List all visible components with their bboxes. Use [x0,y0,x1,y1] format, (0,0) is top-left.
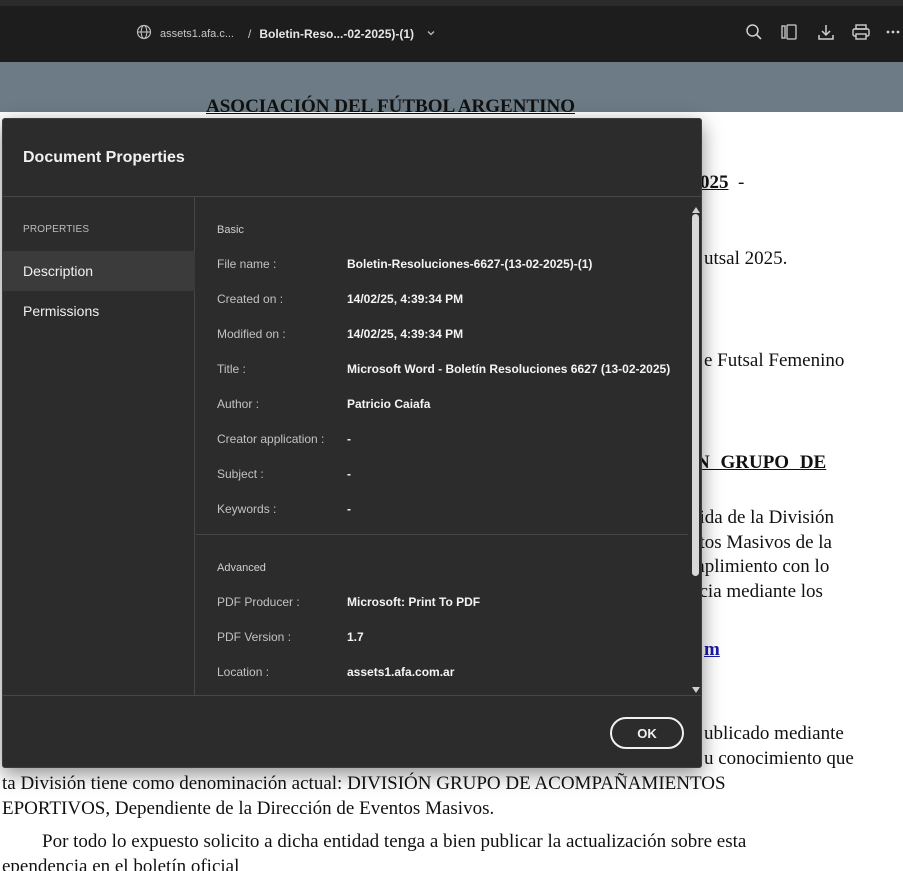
section-divider [196,534,688,535]
document-text: ntos Masivos de la [690,532,832,553]
property-value: 14/02/25, 4:39:34 PM [347,292,464,306]
document-text: N GRUPO DE [696,452,827,473]
property-row: Keywords : - [217,499,687,519]
properties-content[interactable]: Basic File name : Boletin-Resoluciones-6… [196,197,701,695]
divider [3,695,701,696]
document-text: e Futsal Femenino [704,350,845,371]
property-value: 1.7 [347,630,364,644]
property-value: assets1.afa.com.ar [347,665,455,679]
property-label: Keywords : [217,502,277,516]
document-text: u conocimiento que [704,748,854,769]
property-row: PDF Version : 1.7 [217,627,687,647]
section-heading-basic: Basic [217,224,244,236]
properties-sidebar: PROPERTIES Description Permissions [3,197,195,695]
globe-icon [136,24,152,45]
sidebar-item-description[interactable]: Description [3,251,195,291]
breadcrumb-site[interactable]: assets1.afa.c... [160,28,234,40]
property-label: PDF Version : [217,630,292,644]
document-text: ependencia en el boletín oficial [2,856,240,871]
document-text: mplimiento con lo [690,556,830,577]
breadcrumb-document[interactable]: Boletin-Reso...-02-2025)-(1) [259,27,414,41]
download-icon[interactable] [816,22,836,42]
ok-button[interactable]: OK [610,717,684,749]
document-text: Por todo lo expuesto solicito a dicha en… [42,831,747,852]
property-value: - [347,467,351,481]
document-text: 025 [700,172,729,193]
chevron-down-icon[interactable] [426,25,436,43]
dialog-title: Document Properties [23,149,185,166]
property-value: Patricio Caiafa [347,397,431,411]
property-row: Creator application : - [217,429,687,449]
scroll-down-arrow-icon[interactable] [691,682,701,693]
sidebar-heading: PROPERTIES [23,224,90,235]
property-label: Modified on : [217,327,286,341]
breadcrumb-separator: / [247,27,252,41]
property-label: Title : [217,362,246,376]
property-row: Created on : 14/02/25, 4:39:34 PM [217,289,687,309]
search-icon[interactable] [744,22,764,42]
property-label: Location : [217,665,270,679]
document-properties-dialog: Document Properties PROPERTIES Descripti… [2,118,702,768]
property-row: Author : Patricio Caiafa [217,394,687,414]
document-text: ta División tiene como denominación actu… [2,773,726,794]
document-link[interactable]: m [704,639,720,661]
document-text: utsal 2025. [704,248,788,269]
property-value: Boletin-Resoluciones-6627-(13-02-2025)-(… [347,257,593,271]
property-row: PDF Producer : Microsoft: Print To PDF [217,592,687,612]
property-label: File name : [217,257,277,271]
scrollbar-thumb[interactable] [692,214,699,576]
document-text: ncia mediante los [690,581,823,602]
property-row: File name : Boletin-Resoluciones-6627-(1… [217,254,687,274]
sidebar-item-label: Permissions [23,303,100,319]
property-value: 14/02/25, 4:39:34 PM [347,327,464,341]
property-value: Microsoft: Print To PDF [347,595,481,609]
document-heading: ASOCIACIÓN DEL FÚTBOL ARGENTINO [206,96,575,117]
property-label: Subject : [217,467,264,481]
property-label: PDF Producer : [217,595,300,609]
property-row: Title : Microsoft Word - Boletín Resoluc… [217,359,687,379]
more-icon[interactable] [885,22,901,42]
app-toolbar: assets1.afa.c... / Boletin-Reso...-02-20… [0,0,903,62]
property-label: Creator application : [217,432,325,446]
breadcrumb: assets1.afa.c... / Boletin-Reso...-02-20… [136,24,436,44]
property-row: Location : assets1.afa.com.ar [217,662,687,682]
document-text: ublicado mediante [704,723,844,744]
print-icon[interactable] [851,22,871,42]
sidebar-item-permissions[interactable]: Permissions [3,291,195,331]
property-row: Subject : - [217,464,687,484]
property-value: Microsoft Word - Boletín Resoluciones 66… [347,362,671,376]
scroll-up-arrow-icon[interactable] [691,202,701,213]
document-text: bida de la División [690,507,835,528]
pages-icon[interactable] [779,22,799,42]
toolbar-top-edge [0,0,903,6]
document-text: - [738,172,745,193]
property-label: Created on : [217,292,284,306]
document-text: EPORTIVOS, Dependiente de la Dirección d… [2,798,495,819]
property-value: - [347,432,351,446]
property-label: Author : [217,397,260,411]
section-heading-advanced: Advanced [217,562,266,574]
property-value: - [347,502,351,516]
property-row: Modified on : 14/02/25, 4:39:34 PM [217,324,687,344]
sidebar-item-label: Description [23,263,94,279]
